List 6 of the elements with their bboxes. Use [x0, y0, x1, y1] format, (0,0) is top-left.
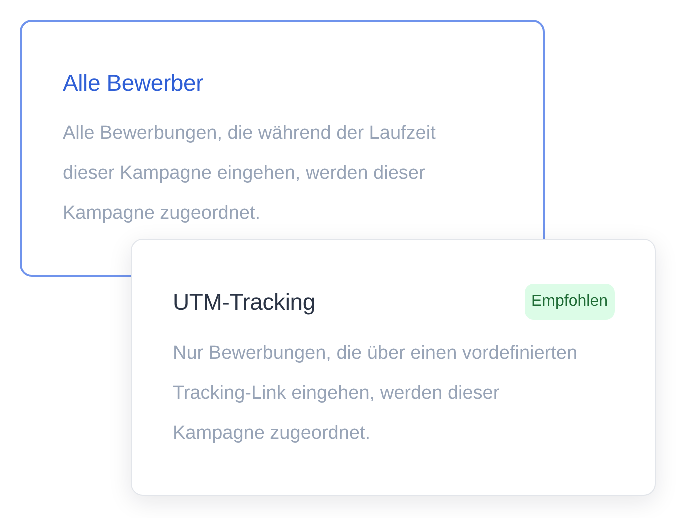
option-description: Nur Bewerbungen, die über einen vordefinierten Tracking-Link eingehen, werden dieser Kampagne zugeordnet. [173, 342, 579, 446]
option-description: Alle Bewerbungen, die während der Laufzeit dieser Kampagne eingehen, werden dieser Kampagne zugeordnet. [63, 122, 437, 226]
option-title: UTM-Tracking [173, 288, 316, 317]
option-card[interactable]: UTM-Tracking Empfohlen Nur Bewerbungen, die über einen vordefinierten Tracking-Link eingehen, werden dieser Kampagne zugeordnet. [131, 239, 656, 496]
recommended-tag: Empfohlen [524, 284, 615, 320]
option-title: Alle Bewerber [63, 69, 204, 98]
